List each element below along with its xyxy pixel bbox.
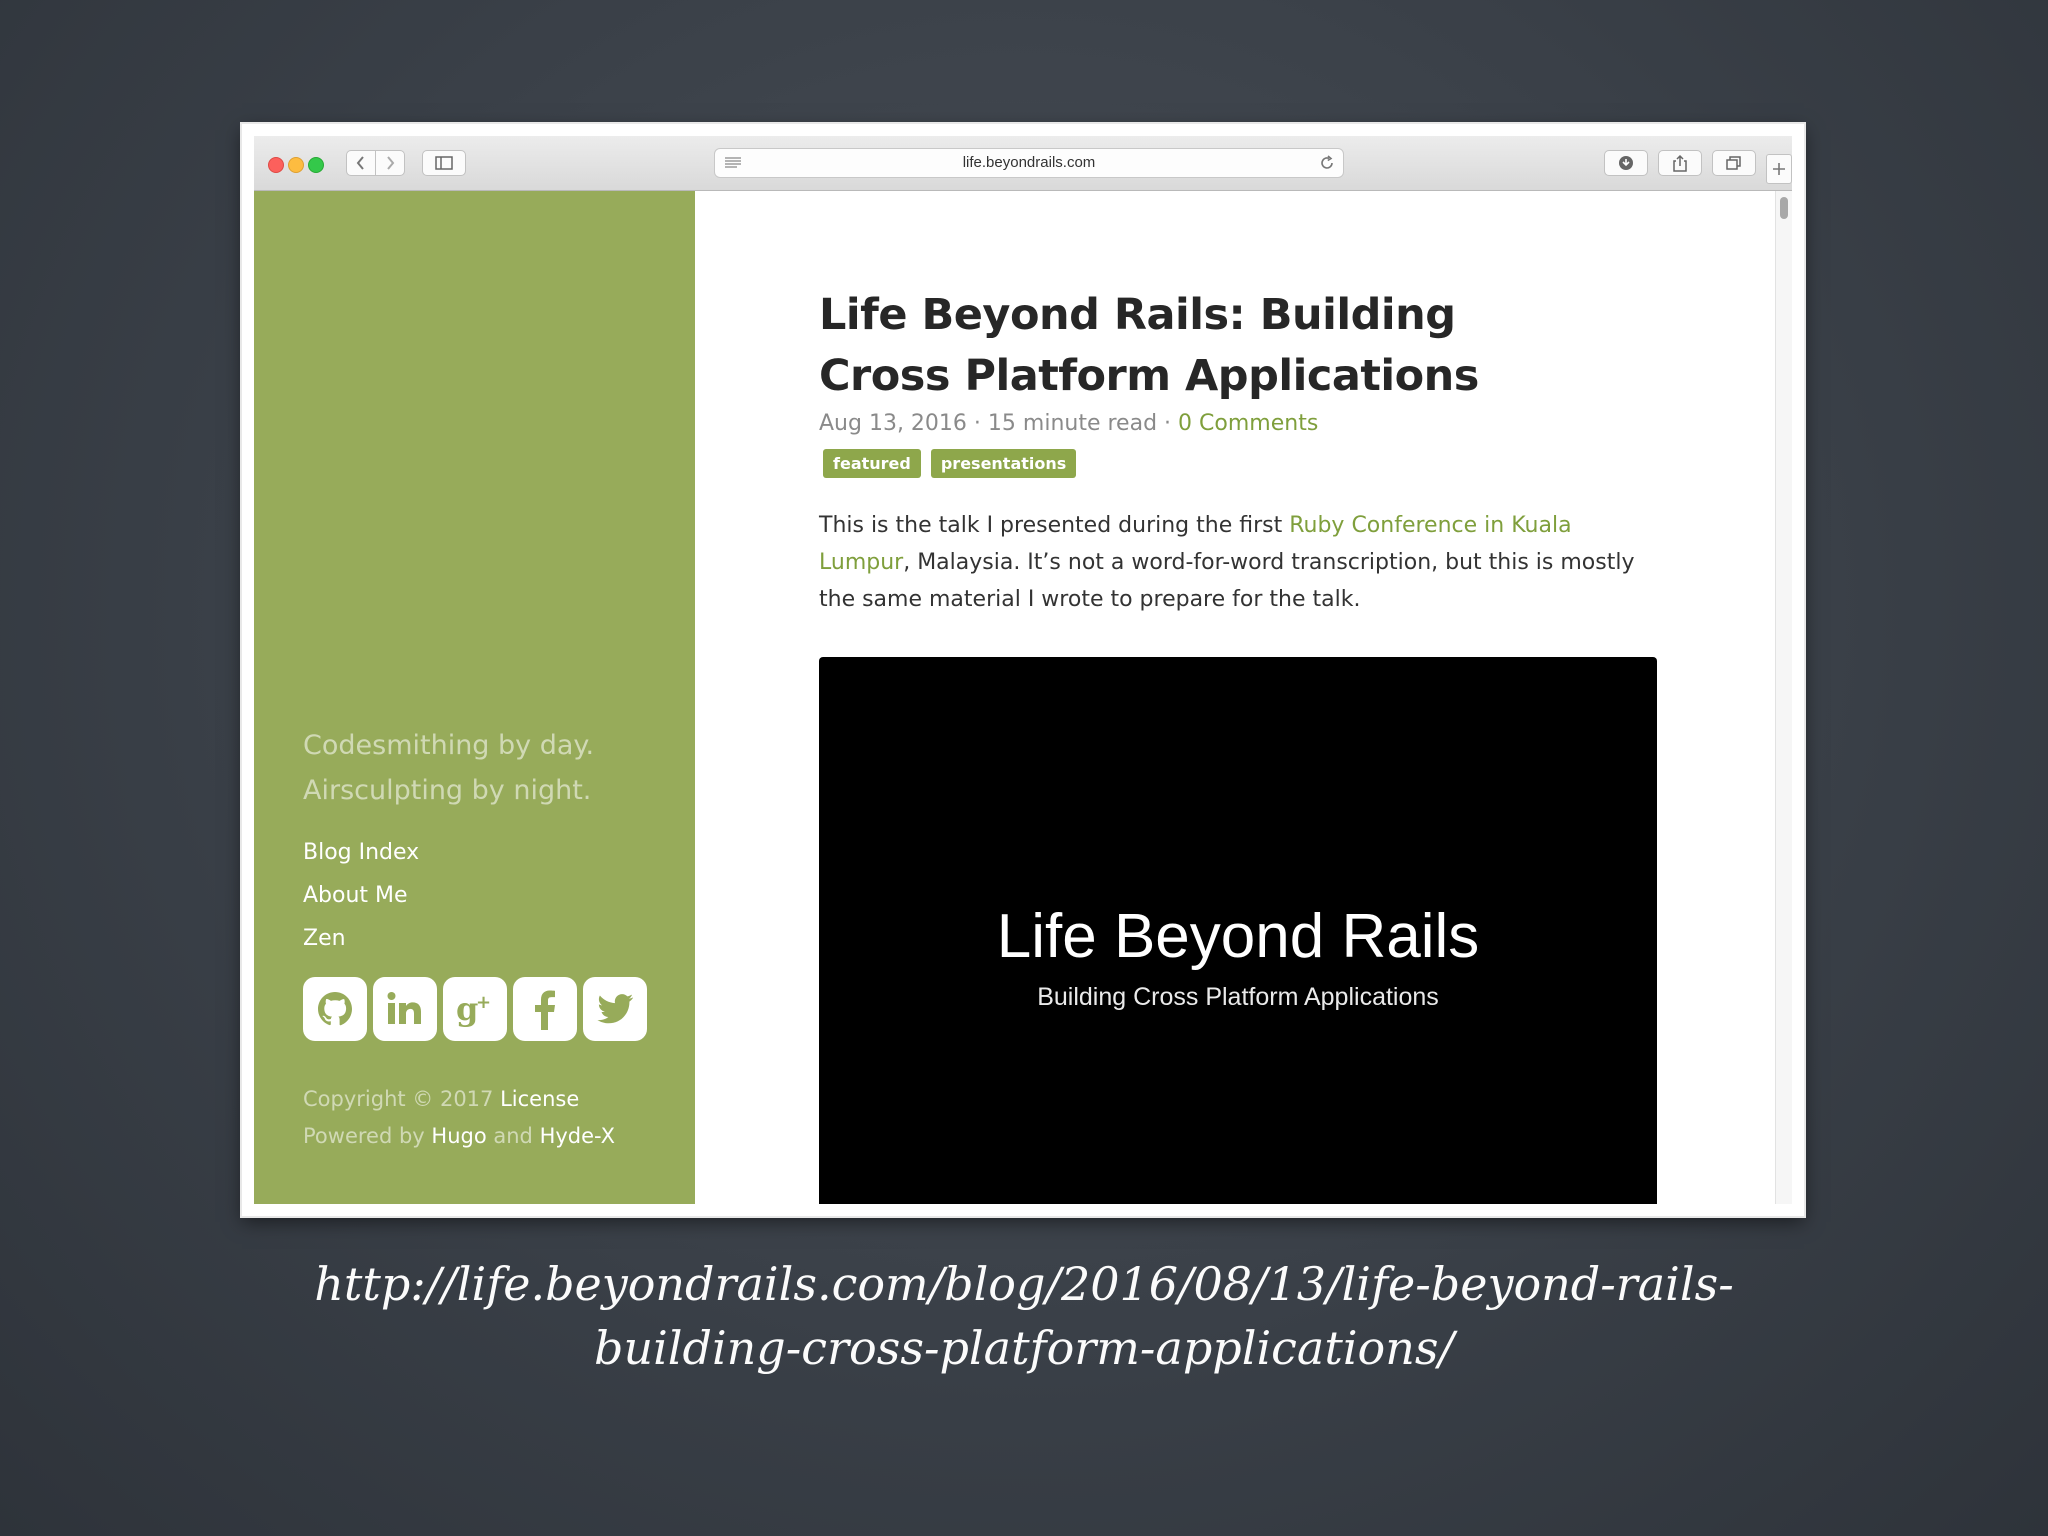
comments-link[interactable]: 0 Comments	[1178, 411, 1318, 436]
linkedin-icon[interactable]	[373, 977, 437, 1041]
download-icon	[1619, 156, 1633, 170]
license-link[interactable]: License	[500, 1087, 579, 1111]
nav-about-me[interactable]: About Me	[303, 874, 419, 917]
site-tagline: Codesmithing by day. Airsculpting by nig…	[303, 723, 594, 813]
sidebar-toggle-button[interactable]	[422, 150, 466, 176]
nav-blog-index[interactable]: Blog Index	[303, 831, 419, 874]
and-text: and	[493, 1124, 533, 1148]
footer-powered-line: Powered by Hugo and Hyde-X	[303, 1118, 615, 1155]
browser-window: life.beyondrails.com Codesmithing by day…	[254, 136, 1792, 1204]
powered-by-text: Powered by	[303, 1124, 425, 1148]
new-tab-button[interactable]	[1766, 154, 1792, 184]
post-date: Aug 13, 2016	[819, 411, 967, 436]
twitter-icon[interactable]	[583, 977, 647, 1041]
site-sidebar: Codesmithing by day. Airsculpting by nig…	[254, 191, 695, 1204]
post-tags: featured presentations	[823, 449, 1077, 478]
sidebar-nav: Blog Index About Me Zen	[303, 831, 419, 960]
caption-line-2: building-cross-platform-applications/	[594, 1321, 1454, 1375]
tag-presentations[interactable]: presentations	[930, 449, 1077, 478]
screenshot-frame: life.beyondrails.com Codesmithing by day…	[242, 124, 1804, 1216]
new-tab-icon	[1773, 163, 1785, 175]
caption-line-1: http://life.beyondrails.com/blog/2016/08…	[314, 1257, 1734, 1311]
hugo-link[interactable]: Hugo	[431, 1124, 486, 1148]
tag-featured[interactable]: featured	[823, 449, 921, 478]
tagline-line-1: Codesmithing by day.	[303, 730, 595, 761]
back-icon	[356, 156, 364, 170]
back-button[interactable]	[346, 150, 376, 176]
scrollbar-thumb[interactable]	[1780, 197, 1788, 219]
github-icon[interactable]	[303, 977, 367, 1041]
browser-toolbar: life.beyondrails.com	[254, 136, 1792, 191]
minimize-window-button[interactable]	[288, 157, 304, 173]
video-embed[interactable]: Life Beyond Rails Building Cross Platfor…	[819, 657, 1657, 1204]
tabs-icon	[1726, 156, 1741, 170]
reload-icon[interactable]	[1319, 155, 1335, 171]
nav-zen[interactable]: Zen	[303, 917, 419, 960]
footer-copyright-line: Copyright © 2017 License	[303, 1081, 615, 1118]
svg-text:+: +	[476, 992, 491, 1013]
vertical-scrollbar[interactable]	[1775, 191, 1792, 1204]
close-window-button[interactable]	[268, 157, 284, 173]
read-time: 15 minute read	[987, 411, 1158, 436]
copyright-text: Copyright © 2017	[303, 1087, 494, 1111]
reader-icon	[725, 157, 741, 168]
post-intro: This is the talk I presented during the …	[819, 507, 1649, 618]
google-plus-icon[interactable]: g +	[443, 977, 507, 1041]
post-meta: Aug 13, 2016 · 15 minute read · 0 Commen…	[819, 411, 1318, 436]
video-subtitle: Building Cross Platform Applications	[1037, 983, 1439, 1011]
intro-text-continued: , Malaysia. It’s not a word-for-word tra…	[819, 550, 1635, 612]
facebook-icon[interactable]	[513, 977, 577, 1041]
post-content: Life Beyond Rails: Building Cross Platfo…	[695, 191, 1776, 1204]
post-title: Life Beyond Rails: Building Cross Platfo…	[819, 290, 1479, 401]
forward-icon	[387, 156, 395, 170]
forward-button[interactable]	[375, 150, 405, 176]
video-title: Life Beyond Rails	[996, 902, 1480, 971]
intro-text: This is the talk I presented during the …	[819, 513, 1290, 538]
address-bar[interactable]: life.beyondrails.com	[714, 148, 1344, 178]
zoom-window-button[interactable]	[308, 157, 324, 173]
hyde-x-link[interactable]: Hyde-X	[540, 1124, 615, 1148]
tagline-line-2: Airsculpting by night.	[303, 775, 592, 806]
social-links: g +	[303, 977, 647, 1041]
url-text: life.beyondrails.com	[962, 154, 1096, 171]
meta-separator: ·	[1164, 411, 1172, 436]
share-button[interactable]	[1658, 150, 1702, 176]
meta-separator: ·	[973, 411, 981, 436]
tab-overview-button[interactable]	[1712, 150, 1756, 176]
site-footer: Copyright © 2017 License Powered by Hugo…	[303, 1081, 615, 1155]
download-button[interactable]	[1604, 150, 1648, 176]
slide-caption: http://life.beyondrails.com/blog/2016/08…	[200, 1252, 1848, 1380]
share-icon	[1673, 154, 1687, 172]
sidebar-icon	[435, 156, 453, 170]
